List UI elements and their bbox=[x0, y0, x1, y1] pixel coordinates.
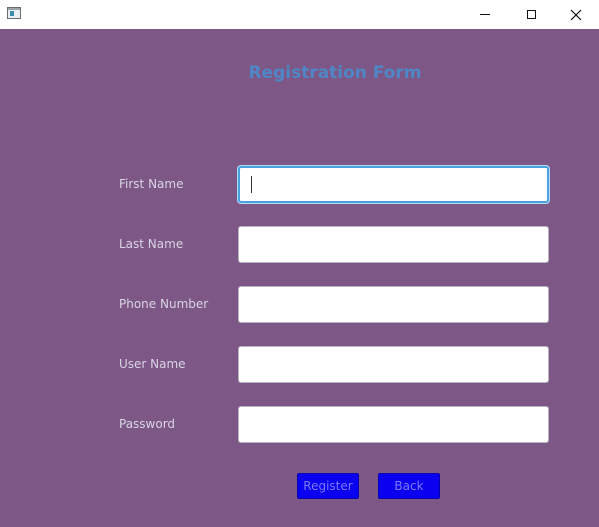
minimize-button[interactable] bbox=[462, 0, 508, 29]
password-label: Password bbox=[119, 417, 176, 431]
phone-number-label: Phone Number bbox=[119, 297, 209, 311]
close-button[interactable] bbox=[553, 0, 599, 29]
password-input[interactable] bbox=[238, 406, 549, 443]
first-name-label: First Name bbox=[119, 177, 184, 191]
text-cursor bbox=[251, 176, 252, 193]
register-button[interactable]: Register bbox=[297, 473, 359, 499]
maximize-icon bbox=[526, 10, 536, 19]
last-name-input[interactable] bbox=[238, 226, 549, 263]
form-panel: Registration Form First Name Last Name P… bbox=[0, 29, 599, 527]
first-name-input[interactable] bbox=[238, 166, 549, 203]
user-name-input[interactable] bbox=[238, 346, 549, 383]
maximize-button[interactable] bbox=[508, 0, 554, 29]
close-icon bbox=[570, 9, 582, 20]
window-titlebar bbox=[0, 0, 599, 29]
form-title: Registration Form bbox=[248, 63, 422, 83]
phone-number-input[interactable] bbox=[238, 286, 549, 323]
user-name-label: User Name bbox=[119, 357, 186, 371]
back-button[interactable]: Back bbox=[378, 473, 440, 499]
last-name-label: Last Name bbox=[119, 237, 184, 251]
minimize-icon bbox=[480, 14, 490, 15]
app-icon bbox=[7, 7, 21, 19]
